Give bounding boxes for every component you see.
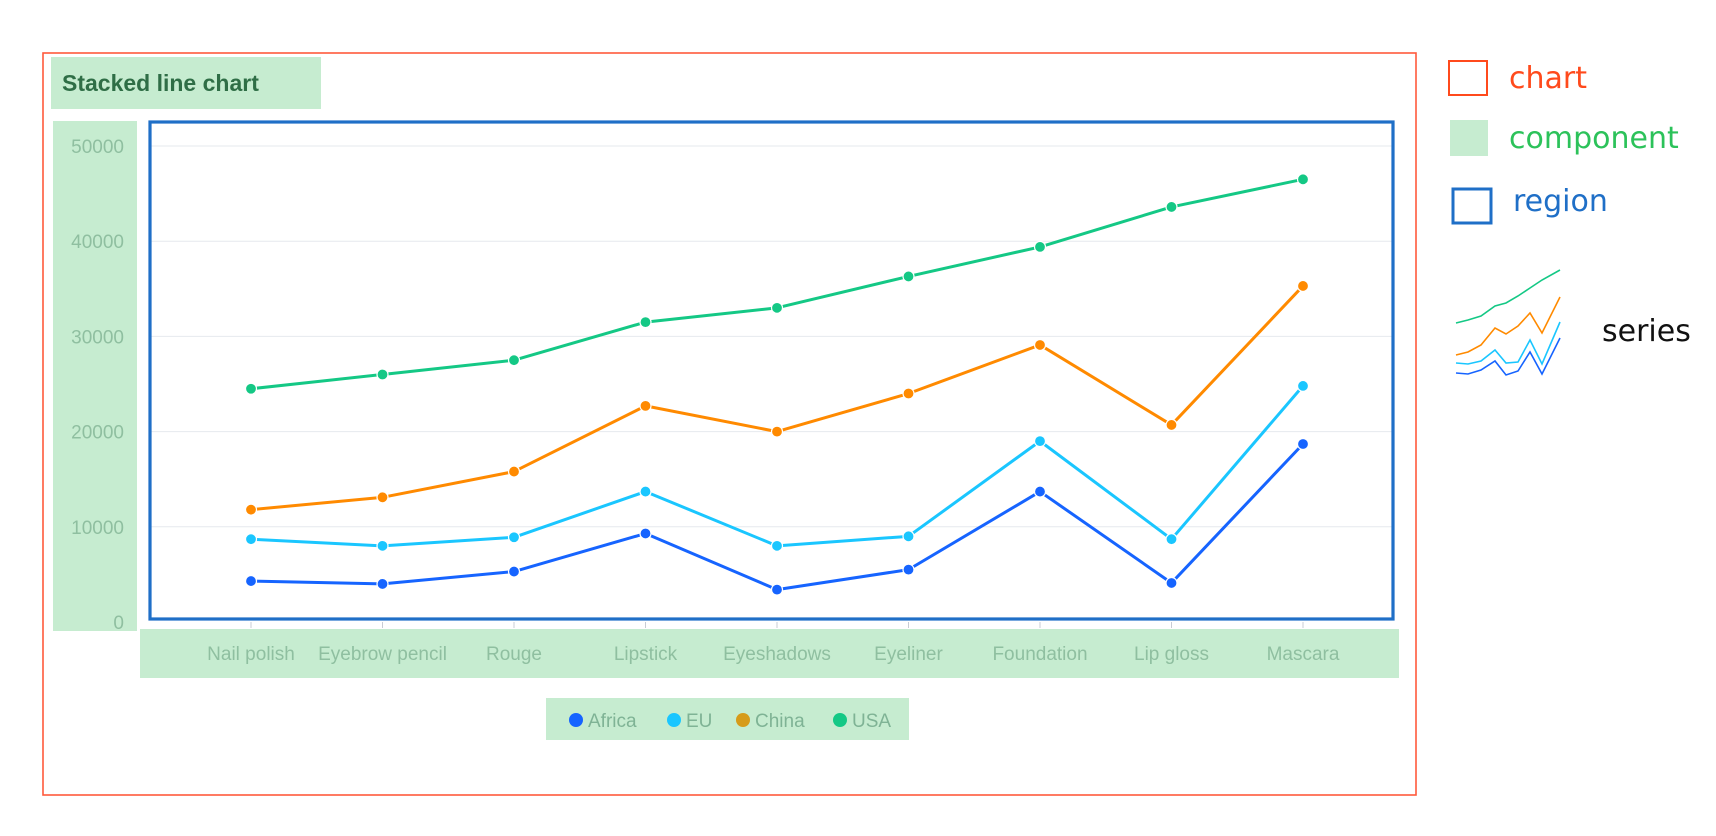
- legend-marker: [569, 713, 583, 727]
- data-point: [1033, 240, 1047, 254]
- legend-marker: [736, 713, 750, 727]
- x-axis-ticks: Nail polish Eyebrow pencil Rouge Lipstick Ey…: [207, 622, 1340, 665]
- x-tick-label: Nail polish: [207, 644, 295, 665]
- data-point: [507, 565, 521, 578]
- data-point: [639, 316, 652, 329]
- data-point: [902, 563, 915, 576]
- series-line: [250, 442, 1305, 592]
- legend-label: Africa: [588, 711, 637, 732]
- data-point: [902, 530, 915, 543]
- y-tick-label: 20000: [71, 423, 124, 444]
- y-tick-label: 0: [113, 613, 124, 634]
- data-point: [770, 425, 784, 438]
- data-point: [244, 574, 258, 588]
- data-point: [770, 301, 784, 314]
- data-point: [1033, 338, 1047, 352]
- series-key-icon: [1455, 269, 1561, 376]
- region-key-marker: [1451, 187, 1493, 225]
- chart-title: Stacked line chart: [62, 70, 259, 96]
- data-point: [639, 485, 652, 498]
- data-point: [902, 270, 915, 283]
- legend-marker: [833, 713, 847, 727]
- y-tick-label: 30000: [71, 327, 124, 348]
- x-tick-label: Lip gloss: [1134, 644, 1209, 665]
- data-point: [1296, 379, 1310, 393]
- legend-label: EU: [686, 711, 712, 732]
- y-axis-component-box: [53, 121, 137, 631]
- x-tick-label: Rouge: [486, 644, 542, 665]
- data-point: [1033, 485, 1047, 498]
- data-point: [902, 387, 915, 400]
- diagram-canvas: Stacked line chart 0 10000 20000 30000 40000…: [42, 52, 1691, 796]
- data-point: [1296, 279, 1310, 293]
- data-point: [770, 583, 784, 596]
- data-point: [770, 539, 784, 552]
- chart-key-label: chart: [1509, 61, 1587, 96]
- data-point: [376, 539, 389, 552]
- x-tick-label: Foundation: [992, 644, 1087, 665]
- legend-marker: [667, 713, 681, 727]
- annotation-legend: chart component region series: [1448, 60, 1691, 376]
- x-tick-label: Eyeliner: [874, 644, 943, 665]
- chart-key-marker: [1448, 60, 1488, 96]
- data-point: [1033, 435, 1047, 448]
- data-point: [244, 533, 258, 546]
- data-point: [244, 382, 258, 395]
- data-point: [376, 577, 389, 591]
- series-africa: [244, 437, 1310, 596]
- data-point: [1165, 418, 1178, 432]
- data-point: [507, 354, 521, 367]
- x-tick-label: Mascara: [1267, 644, 1340, 665]
- y-tick-label: 10000: [71, 518, 124, 539]
- component-key-marker: [1450, 120, 1488, 156]
- data-point: [507, 531, 521, 544]
- series-line: [250, 177, 1304, 391]
- legend-label: China: [755, 711, 805, 732]
- series-china: [244, 279, 1310, 516]
- series-key-label: series: [1602, 314, 1691, 349]
- series-layer: [244, 173, 1310, 596]
- region-key-label: region: [1513, 184, 1608, 219]
- y-tick-label: 50000: [71, 137, 124, 158]
- legend-label: USA: [852, 711, 891, 732]
- grid-layer: [150, 145, 1393, 528]
- data-point: [1296, 173, 1310, 186]
- data-point: [1296, 437, 1310, 451]
- x-tick-label: Lipstick: [614, 644, 678, 665]
- data-point: [639, 527, 652, 540]
- data-point: [376, 368, 389, 381]
- data-point: [1165, 533, 1178, 546]
- data-point: [639, 399, 652, 412]
- x-tick-label: Eyebrow pencil: [318, 644, 447, 665]
- x-tick-label: Eyeshadows: [723, 644, 831, 665]
- data-point: [1165, 576, 1178, 590]
- data-point: [244, 503, 258, 516]
- data-point: [376, 491, 389, 504]
- series-usa: [244, 173, 1310, 395]
- series-line: [250, 284, 1305, 512]
- component-key-label: component: [1509, 121, 1679, 156]
- data-point: [507, 465, 521, 478]
- chart-boundary: [42, 52, 1417, 796]
- data-point: [1165, 200, 1178, 214]
- series-eu: [244, 379, 1310, 552]
- y-tick-label: 40000: [71, 232, 124, 253]
